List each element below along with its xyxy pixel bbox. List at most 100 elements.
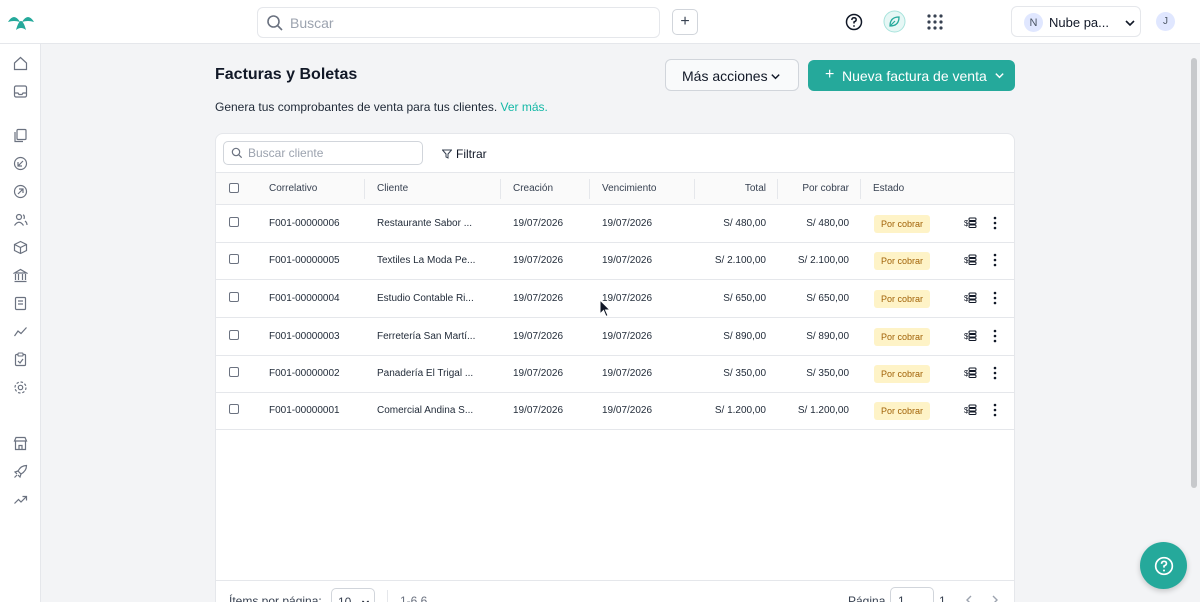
bank-icon[interactable]: [13, 268, 28, 283]
filter-button[interactable]: Filtrar: [442, 147, 487, 161]
items-per-page-value: 10: [338, 595, 352, 602]
register-payment-icon[interactable]: $: [964, 366, 978, 380]
cell-cliente: Ferretería San Martí...: [377, 331, 476, 342]
app-logo-icon[interactable]: [6, 10, 36, 34]
column-divider: [860, 179, 861, 199]
cell-por-cobrar: S/ 480,00: [806, 218, 849, 229]
column-divider: [364, 179, 365, 199]
new-invoice-button[interactable]: + Nueva factura de venta: [808, 60, 1015, 91]
register-payment-icon[interactable]: $: [964, 403, 978, 417]
products-box-icon[interactable]: [13, 240, 28, 255]
column-estado[interactable]: Estado: [873, 183, 904, 194]
more-options-icon[interactable]: [992, 291, 998, 305]
table-row[interactable]: F001-00000003 Ferretería San Martí... 19…: [216, 318, 1014, 356]
column-cliente[interactable]: Cliente: [377, 183, 408, 194]
column-divider: [500, 179, 501, 199]
chevron-left-icon[interactable]: [965, 595, 974, 602]
more-options-icon[interactable]: [992, 253, 998, 267]
global-search-input[interactable]: [290, 12, 650, 34]
row-checkbox[interactable]: [229, 254, 239, 264]
row-checkbox[interactable]: [229, 404, 239, 414]
table-row[interactable]: F001-00000006 Restaurante Sabor ... 19/0…: [216, 205, 1014, 243]
svg-text:$: $: [964, 406, 969, 415]
floating-help-button[interactable]: [1140, 542, 1187, 589]
more-options-icon[interactable]: [992, 329, 998, 343]
store-icon[interactable]: [13, 436, 28, 451]
invoices-card: Filtrar Correlativo Cliente Creación Ven…: [215, 133, 1015, 602]
select-all-checkbox[interactable]: [229, 183, 239, 193]
row-checkbox[interactable]: [229, 330, 239, 340]
documents-icon[interactable]: [13, 128, 28, 143]
more-options-icon[interactable]: [992, 366, 998, 380]
row-checkbox[interactable]: [229, 292, 239, 302]
see-more-link[interactable]: Ver más.: [501, 100, 548, 114]
more-options-icon[interactable]: [992, 403, 998, 417]
quick-create-button[interactable]: +: [672, 9, 698, 35]
row-checkbox[interactable]: [229, 217, 239, 227]
more-options-icon[interactable]: [992, 216, 998, 230]
settings-gear-icon[interactable]: [13, 380, 28, 395]
row-checkbox[interactable]: [229, 367, 239, 377]
contacts-icon[interactable]: [13, 212, 28, 227]
svg-text:$: $: [964, 332, 969, 341]
chevron-down-icon: [995, 73, 1004, 79]
reports-chart-icon[interactable]: [13, 324, 28, 339]
cell-vencimiento: 19/07/2026: [602, 255, 653, 266]
register-payment-icon[interactable]: $: [964, 253, 978, 267]
page-number-value: 1: [898, 594, 905, 602]
more-actions-button[interactable]: Más acciones: [665, 59, 799, 91]
tasks-clipboard-icon[interactable]: [13, 352, 28, 367]
register-payment-icon[interactable]: $: [964, 329, 978, 343]
svg-text:$: $: [964, 369, 969, 378]
apps-grid-icon[interactable]: [927, 14, 943, 30]
accounting-book-icon[interactable]: [13, 296, 28, 311]
status-badge: Por cobrar: [874, 290, 930, 308]
help-icon[interactable]: [845, 13, 863, 31]
status-badge: Por cobrar: [874, 252, 930, 270]
cell-correlativo[interactable]: F001-00000001: [269, 405, 340, 416]
column-creacion[interactable]: Creación: [513, 183, 553, 194]
organization-selector[interactable]: N Nube pa...: [1011, 6, 1141, 37]
page-scrollbar-thumb[interactable]: [1191, 58, 1197, 488]
income-icon[interactable]: [13, 156, 28, 171]
column-divider: [777, 179, 778, 199]
table-row[interactable]: F001-00000002 Panadería El Trigal ... 19…: [216, 355, 1014, 393]
trending-up-icon[interactable]: [13, 492, 28, 507]
rocket-icon[interactable]: [13, 464, 28, 479]
org-badge: N: [1024, 13, 1043, 32]
pagination-bar: Ítems por página: 10 1-6 6 Página 1 1: [216, 580, 1014, 602]
cell-correlativo[interactable]: F001-00000004: [269, 293, 340, 304]
column-correlativo[interactable]: Correlativo: [269, 183, 317, 194]
table-row[interactable]: F001-00000004 Estudio Contable Ri... 19/…: [216, 280, 1014, 318]
page-number-input[interactable]: 1: [890, 587, 934, 602]
home-icon[interactable]: [13, 56, 28, 71]
column-total[interactable]: Total: [696, 183, 766, 194]
page-title: Facturas y Boletas: [215, 66, 358, 83]
cell-correlativo[interactable]: F001-00000006: [269, 218, 340, 229]
cell-total: S/ 1.200,00: [714, 405, 766, 416]
cell-creacion: 19/07/2026: [513, 405, 564, 416]
cell-correlativo[interactable]: F001-00000002: [269, 368, 340, 379]
table-row[interactable]: F001-00000005 Textiles La Moda Pe... 19/…: [216, 242, 1014, 280]
cell-correlativo[interactable]: F001-00000003: [269, 331, 340, 342]
cell-creacion: 19/07/2026: [513, 331, 564, 342]
client-search-input[interactable]: [248, 145, 418, 161]
expense-icon[interactable]: [13, 184, 28, 199]
inbox-icon[interactable]: [13, 84, 28, 99]
help-icon: [1154, 556, 1173, 575]
cell-correlativo[interactable]: F001-00000005: [269, 255, 340, 266]
cell-cliente: Panadería El Trigal ...: [377, 368, 474, 379]
column-vencimiento[interactable]: Vencimiento: [602, 183, 656, 194]
cell-total: S/ 480,00: [723, 218, 766, 229]
register-payment-icon[interactable]: $: [964, 291, 978, 305]
cell-vencimiento: 19/07/2026: [602, 368, 653, 379]
eco-leaf-icon[interactable]: [883, 10, 906, 33]
table-row[interactable]: F001-00000001 Comercial Andina S... 19/0…: [216, 392, 1014, 430]
register-payment-icon[interactable]: $: [964, 216, 978, 230]
chevron-right-icon[interactable]: [990, 595, 999, 602]
svg-text:$: $: [964, 294, 969, 303]
cell-vencimiento: 19/07/2026: [602, 218, 653, 229]
user-avatar[interactable]: J: [1156, 12, 1175, 31]
items-per-page-select[interactable]: 10: [331, 588, 375, 602]
column-por-cobrar[interactable]: Por cobrar: [779, 183, 849, 194]
